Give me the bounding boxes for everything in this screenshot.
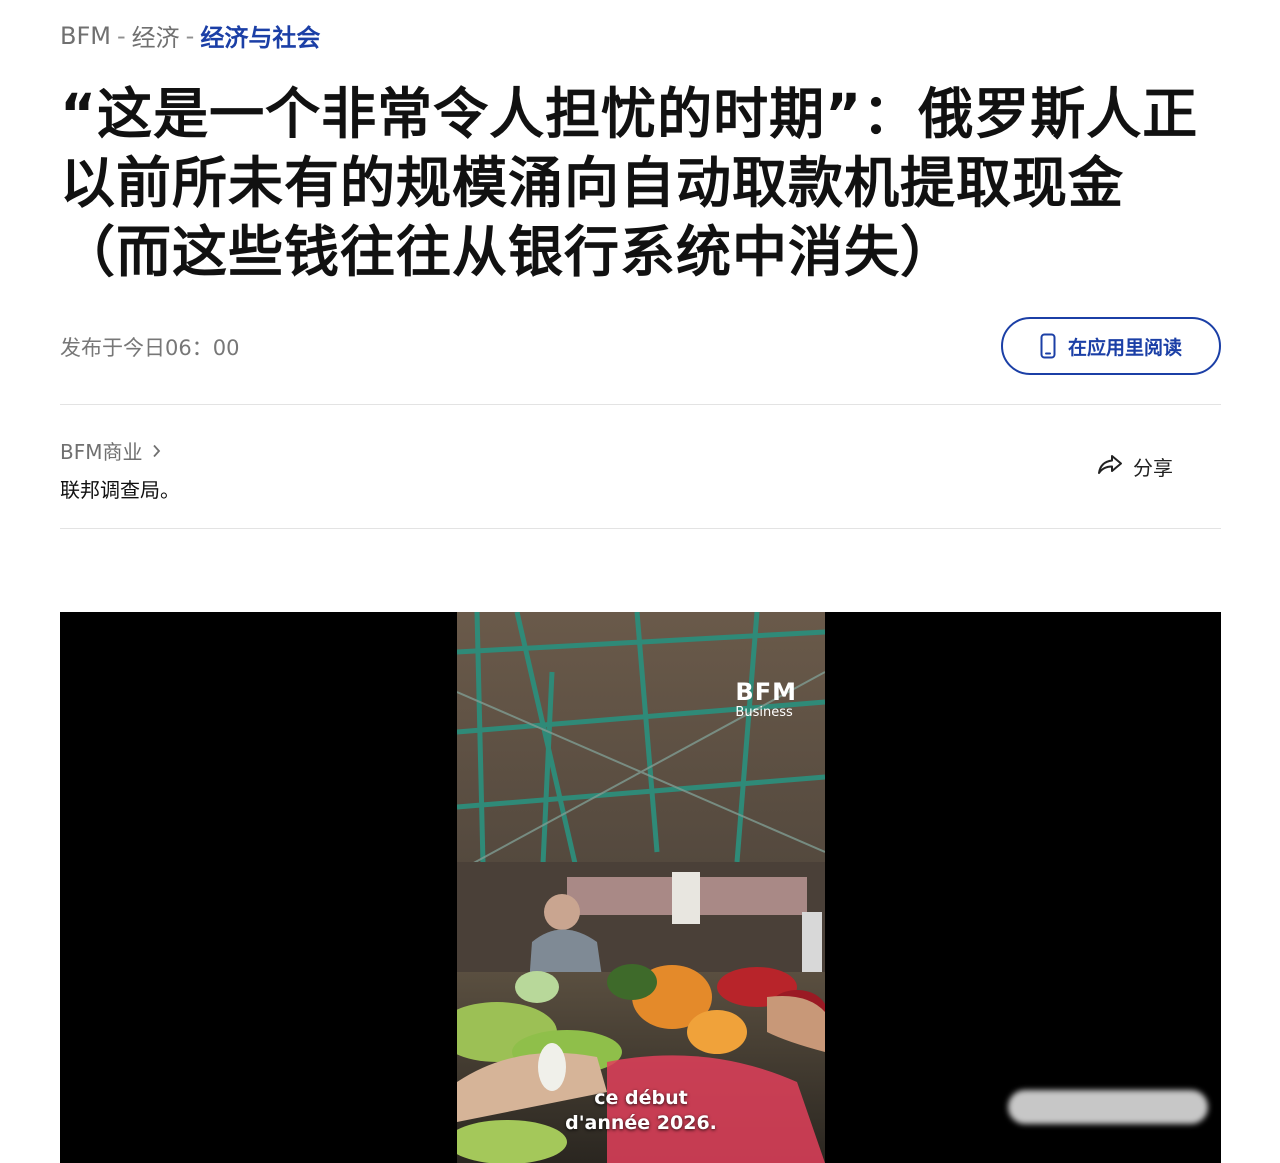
logo-sub-text: Business [735,705,793,720]
breadcrumb-separator: - [185,21,195,50]
author-name: 联邦调查局。 [60,478,180,502]
divider [60,404,1221,405]
breadcrumb-item-economy-society[interactable]: 经济与社会 [200,18,320,53]
logo-main-text: BFM [735,678,797,706]
video-player[interactable]: BFM Business ce début d'année 2026. [60,612,1221,1163]
article-title-line: “这是一个非常令人担忧的时期”：俄罗斯人正 [60,82,1199,146]
phone-icon [1040,333,1056,359]
breadcrumb-item-economy[interactable]: 经济 [132,18,180,53]
breadcrumb: BFM - 经济 - 经济与社会 [60,18,320,53]
share-button[interactable]: 分享 [1097,452,1173,481]
video-caption-line: ce début [594,1087,688,1109]
source-label: BFM商业 [60,440,143,464]
share-arrow-icon [1097,453,1123,480]
article-title: “这是一个非常令人担忧的时期”：俄罗斯人正 以前所未有的规模涌向自动取款机提取现… [60,80,1230,287]
article-title-line: （而这些钱往往从银行系统中消失） [60,220,957,284]
read-in-app-label: 在应用里阅读 [1067,336,1182,359]
read-in-app-button[interactable]: 在应用里阅读 [1001,317,1221,375]
source-link[interactable]: BFM商业 [60,436,161,465]
share-label: 分享 [1133,456,1173,480]
article-title-line: 以前所未有的规模涌向自动取款机提取现金 [60,151,1125,215]
breadcrumb-item-bfm[interactable]: BFM [60,22,111,50]
bfm-business-logo: BFM Business [735,680,797,719]
video-caption-line: d'année 2026. [565,1112,717,1134]
publish-date: 发布于今日06：00 [60,336,240,360]
breadcrumb-separator: - [116,21,126,50]
divider [60,528,1221,529]
chevron-right-icon [152,439,161,463]
blurred-watermark [1008,1090,1208,1124]
video-frame: BFM Business ce début d'année 2026. [457,612,825,1163]
